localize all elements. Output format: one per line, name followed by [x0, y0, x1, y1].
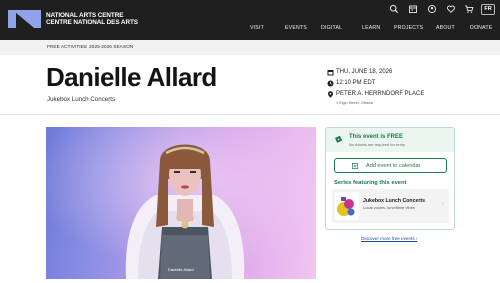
search-icon[interactable] [389, 4, 399, 14]
calendar-icon[interactable] [408, 4, 418, 14]
free-event-title: This event is FREE [349, 134, 404, 140]
breadcrumb-separator: › [84, 44, 86, 50]
page-title: Danielle Allard [46, 62, 217, 92]
divider [0, 114, 500, 115]
discover-free-events-link[interactable]: Discover more free events › [361, 236, 417, 241]
nav-projects[interactable]: PROJECTS [394, 25, 423, 31]
heart-icon[interactable] [446, 4, 456, 14]
ticket-icon [335, 135, 343, 143]
hero-caption: Danielle Allard [168, 267, 194, 272]
series-thumbnail [335, 192, 359, 220]
location-pin-icon [328, 91, 333, 98]
clock-icon [327, 80, 334, 87]
nav-digital[interactable]: DIGITAL [321, 25, 342, 31]
add-to-calendar-label: Add event to calendar [366, 162, 421, 169]
nav-learn[interactable]: LEARN [362, 25, 380, 31]
performer-photo [46, 127, 316, 279]
event-venue[interactable]: PETER A. HERRNDORF PLACE [336, 91, 424, 97]
site-header: NATIONAL ARTS CENTRE CENTRE NATIONAL DES… [0, 0, 500, 40]
series-name: Jukebox Lunch Concerts [363, 198, 425, 204]
free-event-subtext: No tickets are required for entry [349, 142, 406, 147]
nav-events[interactable]: EVENTS [285, 25, 307, 31]
add-to-calendar-button[interactable]: Add event to calendar [334, 158, 447, 173]
language-toggle[interactable]: FR [481, 4, 495, 15]
breadcrumb: FREE ACTIVITIES › 2025-2026 SEASON [0, 40, 500, 55]
series-card-jukebox[interactable]: Jukebox Lunch Concerts Local voices, lun… [332, 189, 449, 223]
breadcrumb-season[interactable]: 2025-2026 SEASON [89, 45, 133, 50]
event-time: 12:10 PM EDT [336, 80, 376, 86]
brand-name-en: NATIONAL ARTS CENTRE [46, 12, 124, 19]
calendar-icon [327, 70, 334, 76]
account-icon[interactable] [427, 4, 437, 14]
series-heading: Series featuring this event [334, 180, 407, 186]
free-event-banner: This event is FREE No tickets are requir… [326, 128, 454, 152]
event-venue-address: 1 Elgin Street, Ottawa [336, 101, 373, 105]
series-description: Local voices, lunchtime vibes [363, 205, 415, 210]
nac-logo-icon[interactable] [8, 10, 41, 28]
add-calendar-icon [352, 163, 358, 169]
chevron-right-icon: › [442, 201, 444, 207]
event-date: THU, JUNE 18, 2026 [336, 69, 393, 75]
nav-about[interactable]: ABOUT [436, 25, 455, 31]
event-subtitle: Jukebox Lunch Concerts [47, 96, 116, 103]
breadcrumb-free-activities[interactable]: FREE ACTIVITIES [47, 45, 87, 50]
cart-icon[interactable] [464, 4, 474, 14]
nav-visit[interactable]: VISIT [250, 25, 264, 31]
brand-name-fr: CENTRE NATIONAL DES ARTS [46, 19, 138, 26]
brand-name[interactable]: NATIONAL ARTS CENTRE CENTRE NATIONAL DES… [46, 12, 138, 26]
nav-donate[interactable]: DONATE [470, 25, 492, 31]
event-info-card: This event is FREE No tickets are requir… [325, 127, 455, 230]
event-hero-image [46, 127, 316, 279]
